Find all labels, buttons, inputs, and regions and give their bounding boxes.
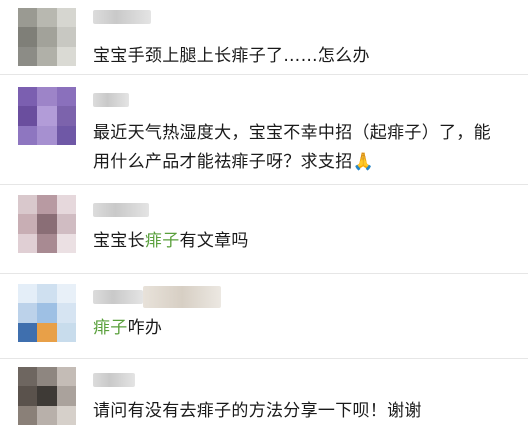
keyword-highlight[interactable]: 痱子 xyxy=(93,318,128,338)
avatar-pixel xyxy=(37,27,57,47)
comment-item: 痱子咋办 xyxy=(0,274,528,358)
avatar[interactable] xyxy=(18,195,76,253)
avatar-pixel xyxy=(18,322,38,342)
comment-item: 请问有没有去痱子的方法分享一下呗！谢谢 xyxy=(0,359,528,448)
avatar-pixel xyxy=(37,386,57,406)
avatar-pixel xyxy=(18,405,38,425)
avatar-pixel xyxy=(56,233,76,253)
avatar-pixel xyxy=(56,87,76,107)
avatar-pixel xyxy=(18,386,38,406)
comment-item: 宝宝手颈上腿上长痱子了……怎么办 xyxy=(0,0,528,74)
comment-text: 最近天气热湿度大，宝宝不幸中招（起痱子）了，能 用什么产品才能祛痱子呀？求支招🙏 xyxy=(93,119,518,177)
username-blurred xyxy=(93,10,151,24)
comment-line: 最近天气热湿度大，宝宝不幸中招（起痱子）了，能 xyxy=(93,123,491,143)
avatar[interactable] xyxy=(18,8,76,66)
avatar-pixel xyxy=(56,125,76,145)
avatar-pixel xyxy=(18,195,38,215)
avatar-pixel xyxy=(56,46,76,66)
avatar-pixel xyxy=(37,106,57,126)
avatar-pixel xyxy=(18,46,38,66)
avatar-pixel xyxy=(37,303,57,323)
avatar-pixel xyxy=(18,284,38,304)
avatar-pixel xyxy=(18,214,38,234)
comment-text: 痱子咋办 xyxy=(93,314,518,343)
comment-text: 宝宝长痱子有文章吗 xyxy=(93,227,518,256)
comment-line-text: 用什么产品才能祛痱子呀？求支招 xyxy=(93,152,353,172)
avatar-pixel xyxy=(56,27,76,47)
comment-text-part: 宝宝长 xyxy=(93,231,145,251)
username-blurred xyxy=(143,286,221,308)
username-blurred xyxy=(93,203,149,217)
avatar[interactable] xyxy=(18,87,76,145)
avatar-pixel xyxy=(37,87,57,107)
avatar-pixel xyxy=(56,214,76,234)
avatar-pixel xyxy=(18,125,38,145)
avatar-pixel xyxy=(56,8,76,28)
avatar-pixel xyxy=(18,27,38,47)
avatar-pixel xyxy=(56,322,76,342)
avatar-pixel xyxy=(56,195,76,215)
comment-line: 用什么产品才能祛痱子呀？求支招🙏 xyxy=(93,148,518,177)
comment-text-part: 有文章吗 xyxy=(179,231,249,251)
avatar-pixel xyxy=(37,125,57,145)
avatar-pixel xyxy=(56,284,76,304)
avatar-pixel xyxy=(56,386,76,406)
avatar-pixel xyxy=(37,8,57,28)
pray-hands-icon: 🙏 xyxy=(352,152,374,172)
avatar[interactable] xyxy=(18,284,76,342)
keyword-highlight[interactable]: 痱子 xyxy=(145,231,180,251)
avatar-pixel xyxy=(56,405,76,425)
avatar-pixel xyxy=(37,46,57,66)
avatar-pixel xyxy=(37,367,57,387)
avatar-pixel xyxy=(56,367,76,387)
avatar-pixel xyxy=(18,303,38,323)
avatar-pixel xyxy=(37,214,57,234)
avatar-pixel xyxy=(56,303,76,323)
comment-item: 最近天气热湿度大，宝宝不幸中招（起痱子）了，能 用什么产品才能祛痱子呀？求支招🙏 xyxy=(0,75,528,183)
username-blurred xyxy=(93,373,135,387)
username-blurred xyxy=(93,290,143,304)
avatar-pixel xyxy=(18,367,38,387)
avatar-pixel xyxy=(18,233,38,253)
avatar-pixel xyxy=(18,8,38,28)
comment-text: 宝宝手颈上腿上长痱子了……怎么办 xyxy=(93,46,370,66)
avatar[interactable] xyxy=(18,367,76,425)
avatar-pixel xyxy=(18,106,38,126)
avatar-pixel xyxy=(37,405,57,425)
avatar-pixel xyxy=(37,233,57,253)
avatar-pixel xyxy=(56,106,76,126)
avatar-pixel xyxy=(37,322,57,342)
avatar-pixel xyxy=(18,87,38,107)
avatar-pixel xyxy=(37,195,57,215)
comment-item: 宝宝长痱子有文章吗 xyxy=(0,185,528,273)
avatar-pixel xyxy=(37,284,57,304)
comment-text-part: 咋办 xyxy=(127,318,163,338)
username-blurred xyxy=(93,93,129,107)
comment-text: 请问有没有去痱子的方法分享一下呗！谢谢 xyxy=(93,401,422,421)
